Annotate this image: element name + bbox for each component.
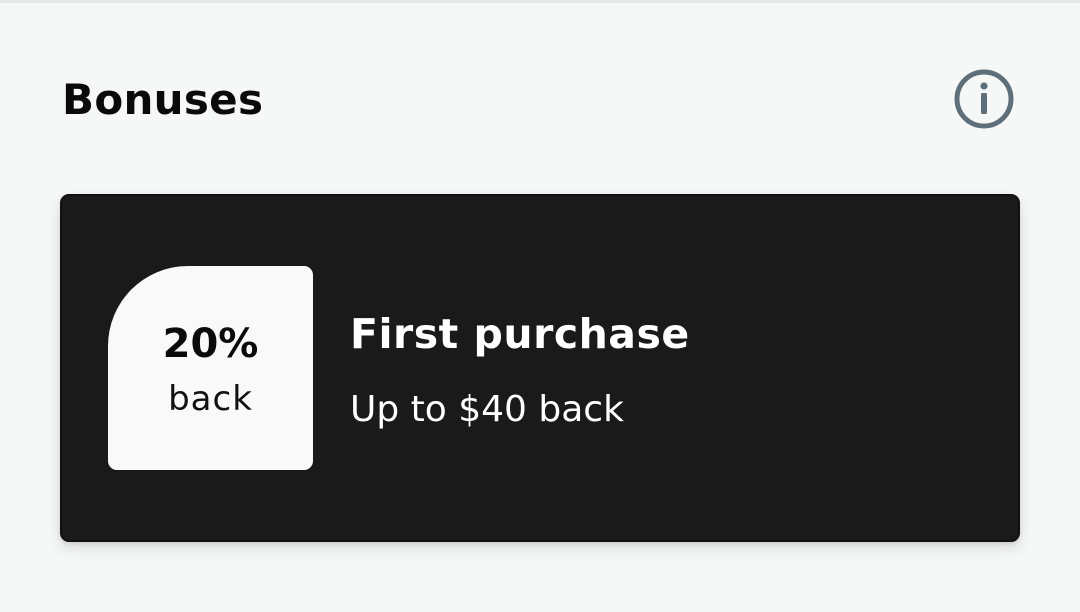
bonus-title: First purchase	[350, 310, 690, 358]
bonus-subtitle: Up to $40 back	[350, 389, 624, 430]
info-button[interactable]	[952, 67, 1016, 131]
info-circle-icon	[954, 69, 1014, 129]
bonus-card[interactable]: 20% back First purchase Up to $40 back	[60, 194, 1020, 542]
section-title: Bonuses	[62, 75, 264, 124]
cashback-percent: 20%	[162, 321, 259, 367]
bonuses-header: Bonuses	[0, 0, 1080, 200]
cashback-label: back	[168, 379, 253, 419]
cashback-badge: 20% back	[108, 266, 313, 470]
